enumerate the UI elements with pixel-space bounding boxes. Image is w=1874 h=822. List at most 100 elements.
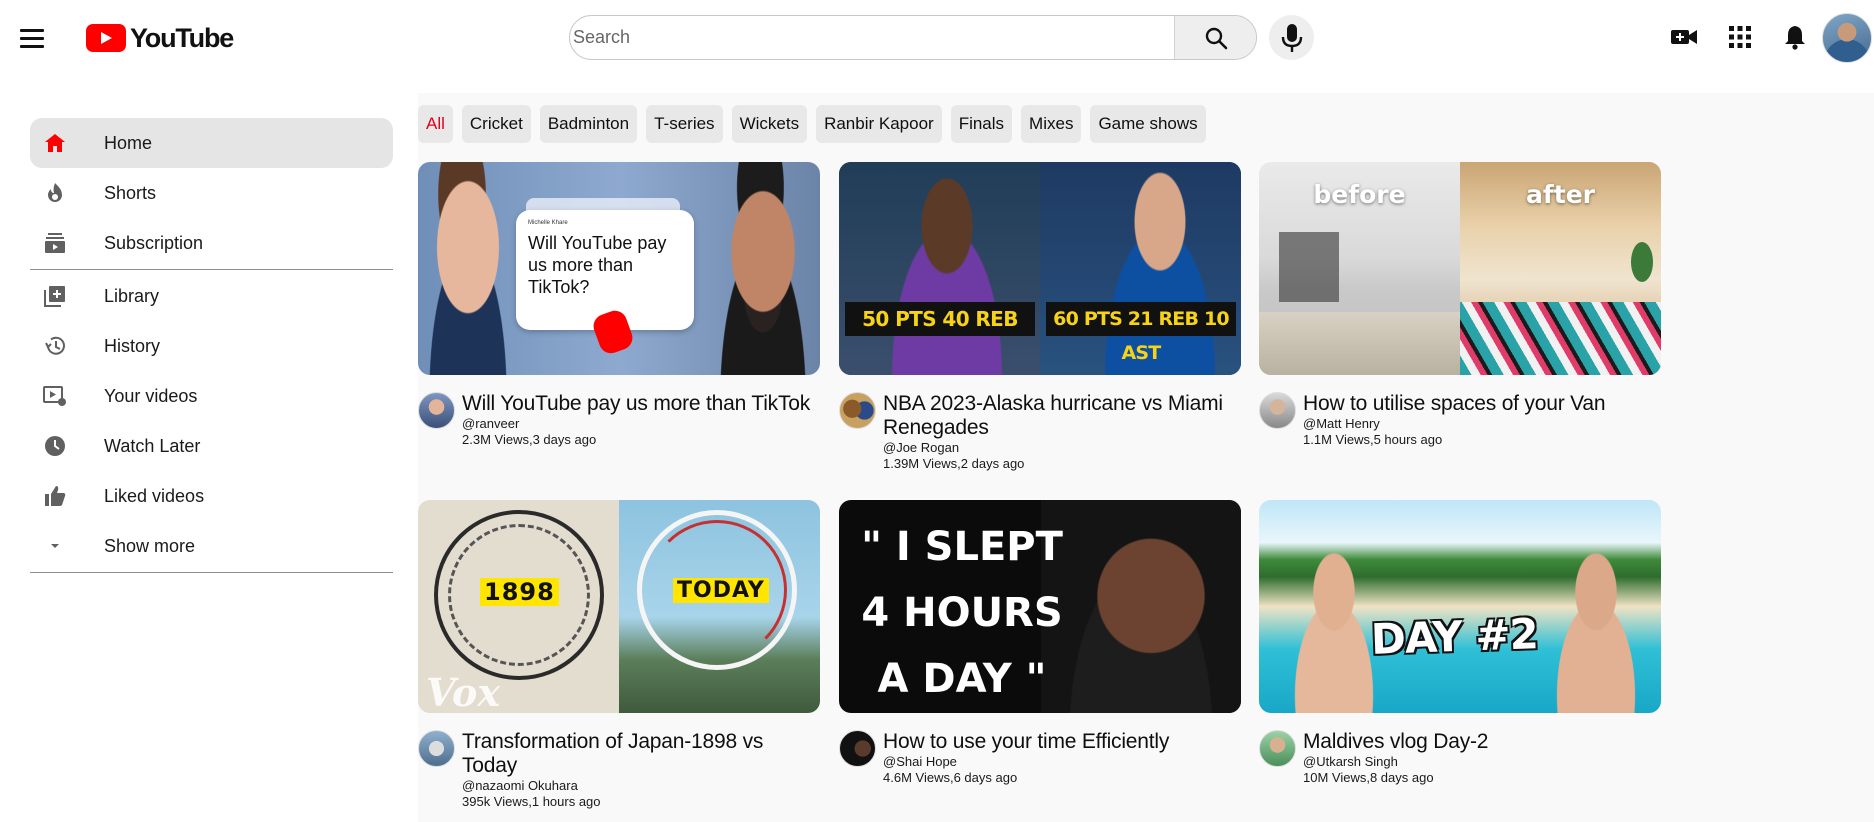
video-card[interactable]: Michelle Khare Will YouTube pay us more … bbox=[418, 162, 820, 448]
before-label: before bbox=[1313, 180, 1406, 209]
create-video-button[interactable] bbox=[1666, 19, 1702, 55]
sidebar-divider bbox=[30, 572, 393, 573]
video-title[interactable]: Maldives vlog Day-2 bbox=[1303, 730, 1661, 754]
channel-avatar[interactable] bbox=[1259, 730, 1296, 767]
like-icon bbox=[42, 483, 68, 509]
video-camera-plus-icon bbox=[1671, 30, 1697, 44]
bell-icon bbox=[1785, 26, 1805, 50]
chip-t-series[interactable]: T-series bbox=[646, 105, 723, 143]
top-bar: YouTube bbox=[0, 0, 1874, 74]
video-title[interactable]: NBA 2023-Alaska hurricane vs Miami Reneg… bbox=[883, 392, 1241, 440]
channel-avatar[interactable] bbox=[839, 730, 876, 767]
sidebar-item-label: Show more bbox=[104, 535, 196, 556]
chip-mixes[interactable]: Mixes bbox=[1021, 105, 1082, 143]
year-label-left: 1898 bbox=[480, 578, 559, 606]
video-title[interactable]: Transformation of Japan-1898 vs Today bbox=[462, 730, 820, 778]
channel-avatar[interactable] bbox=[1259, 392, 1296, 429]
notifications-button[interactable] bbox=[1777, 19, 1813, 55]
sidebar-item-label: Your videos bbox=[104, 385, 198, 406]
video-title[interactable]: How to utilise spaces of your Van bbox=[1303, 392, 1661, 416]
sidebar-item-show-more[interactable]: Show more bbox=[30, 521, 393, 571]
channel-avatar[interactable] bbox=[418, 392, 455, 429]
video-stats: 1.1M Views,5 hours ago bbox=[1303, 432, 1443, 447]
chip-all[interactable]: All bbox=[418, 105, 453, 143]
video-thumbnail[interactable]: " I SLEPT 4 HOURS A DAY " bbox=[839, 500, 1241, 713]
tweet-card: Michelle Khare Will YouTube pay us more … bbox=[516, 210, 694, 330]
video-title[interactable]: How to use your time Efficiently bbox=[883, 730, 1241, 754]
channel-name[interactable]: @ranveer bbox=[462, 416, 820, 432]
video-card[interactable]: before after How to utilise spaces of yo… bbox=[1259, 162, 1661, 448]
video-card[interactable]: " I SLEPT 4 HOURS A DAY " How to use you… bbox=[839, 500, 1241, 786]
search-button[interactable] bbox=[1174, 16, 1256, 59]
channel-name[interactable]: @nazaomi Okuhara bbox=[462, 778, 820, 794]
menu-icon[interactable] bbox=[14, 20, 50, 56]
tweet-author: Michelle Khare bbox=[528, 220, 568, 226]
thumbnail-text: Will YouTube pay us more than TikTok? bbox=[528, 233, 667, 297]
video-thumbnail[interactable]: 50 PTS 40 REB 60 PTS 21 REB 10 AST bbox=[839, 162, 1241, 375]
sidebar-item-liked-videos[interactable]: Liked videos bbox=[30, 471, 393, 521]
sidebar: Home Shorts Subscription Library History… bbox=[30, 118, 393, 573]
channel-name[interactable]: @Shai Hope bbox=[883, 754, 1241, 770]
sidebar-item-your-videos[interactable]: Your videos bbox=[30, 371, 393, 421]
video-card[interactable]: DAY #2 Maldives vlog Day-2 @Utkarsh Sing… bbox=[1259, 500, 1661, 786]
shorts-icon bbox=[42, 180, 68, 206]
sidebar-item-subscription[interactable]: Subscription bbox=[30, 218, 393, 268]
history-icon bbox=[42, 333, 68, 359]
person-left bbox=[418, 162, 528, 375]
channel-avatar[interactable] bbox=[839, 392, 876, 429]
apps-grid-icon bbox=[1729, 26, 1751, 48]
apps-button[interactable] bbox=[1722, 19, 1758, 55]
youtube-play-icon bbox=[86, 24, 126, 52]
quote-line: A DAY " bbox=[877, 656, 1047, 702]
year-label-right: TODAY bbox=[673, 578, 769, 603]
video-meta: NBA 2023-Alaska hurricane vs Miami Reneg… bbox=[839, 392, 1241, 472]
library-icon bbox=[42, 283, 68, 309]
video-thumbnail[interactable]: Michelle Khare Will YouTube pay us more … bbox=[418, 162, 820, 375]
video-card[interactable]: 1898 Vox TODAY Transformation of Japan-1… bbox=[418, 500, 820, 810]
logo-text: YouTube bbox=[130, 22, 234, 53]
video-stats: 1.39M Views,2 days ago bbox=[883, 456, 1025, 471]
main-content: All Cricket Badminton T-series Wickets R… bbox=[418, 93, 1874, 822]
chip-game-shows[interactable]: Game shows bbox=[1090, 105, 1206, 143]
voice-search-button[interactable] bbox=[1269, 15, 1314, 60]
youtube-logo[interactable]: YouTube bbox=[86, 22, 234, 54]
sidebar-item-library[interactable]: Library bbox=[30, 271, 393, 321]
channel-name[interactable]: @Joe Rogan bbox=[883, 440, 1241, 456]
video-stats: 4.6M Views,6 days ago bbox=[883, 770, 1018, 785]
chip-ranbir-kapoor[interactable]: Ranbir Kapoor bbox=[816, 105, 942, 143]
chip-finals[interactable]: Finals bbox=[950, 105, 1013, 143]
video-card[interactable]: 50 PTS 40 REB 60 PTS 21 REB 10 AST NBA 2… bbox=[839, 162, 1241, 472]
your-videos-icon bbox=[42, 383, 68, 409]
sidebar-item-label: Library bbox=[104, 285, 160, 306]
watch-later-icon bbox=[42, 433, 68, 459]
chip-badminton[interactable]: Badminton bbox=[539, 105, 638, 143]
quote-line: 4 HOURS bbox=[861, 590, 1063, 636]
chip-cricket[interactable]: Cricket bbox=[461, 105, 531, 143]
video-title[interactable]: Will YouTube pay us more than TikTok bbox=[462, 392, 820, 416]
sidebar-item-history[interactable]: History bbox=[30, 321, 393, 371]
video-thumbnail[interactable]: DAY #2 bbox=[1259, 500, 1661, 713]
home-icon bbox=[42, 130, 68, 156]
video-meta: Will YouTube pay us more than TikTok @ra… bbox=[418, 392, 820, 448]
channel-name[interactable]: @Matt Henry bbox=[1303, 416, 1661, 432]
chevron-down-icon bbox=[42, 533, 68, 559]
search-icon bbox=[1205, 27, 1227, 49]
chip-wickets[interactable]: Wickets bbox=[731, 105, 808, 143]
sidebar-item-shorts[interactable]: Shorts bbox=[30, 168, 393, 218]
sidebar-item-home[interactable]: Home bbox=[30, 118, 393, 168]
stat-label-right: 60 PTS 21 REB 10 AST bbox=[1046, 302, 1236, 364]
video-meta: Transformation of Japan-1898 vs Today @n… bbox=[418, 730, 820, 810]
channel-name[interactable]: @Utkarsh Singh bbox=[1303, 754, 1661, 770]
quote-line: " I SLEPT bbox=[861, 524, 1063, 570]
video-stats: 2.3M Views,3 days ago bbox=[462, 432, 597, 447]
video-thumbnail[interactable]: 1898 Vox TODAY bbox=[418, 500, 820, 713]
search-input[interactable] bbox=[570, 16, 1174, 59]
video-thumbnail[interactable]: before after bbox=[1259, 162, 1661, 375]
sidebar-divider bbox=[30, 269, 393, 270]
channel-avatar[interactable] bbox=[418, 730, 455, 767]
video-meta: How to utilise spaces of your Van @Matt … bbox=[1259, 392, 1661, 448]
user-avatar[interactable] bbox=[1822, 13, 1872, 63]
sidebar-item-watch-later[interactable]: Watch Later bbox=[30, 421, 393, 471]
microphone-icon bbox=[1281, 23, 1302, 52]
sidebar-item-label: Home bbox=[104, 132, 153, 153]
